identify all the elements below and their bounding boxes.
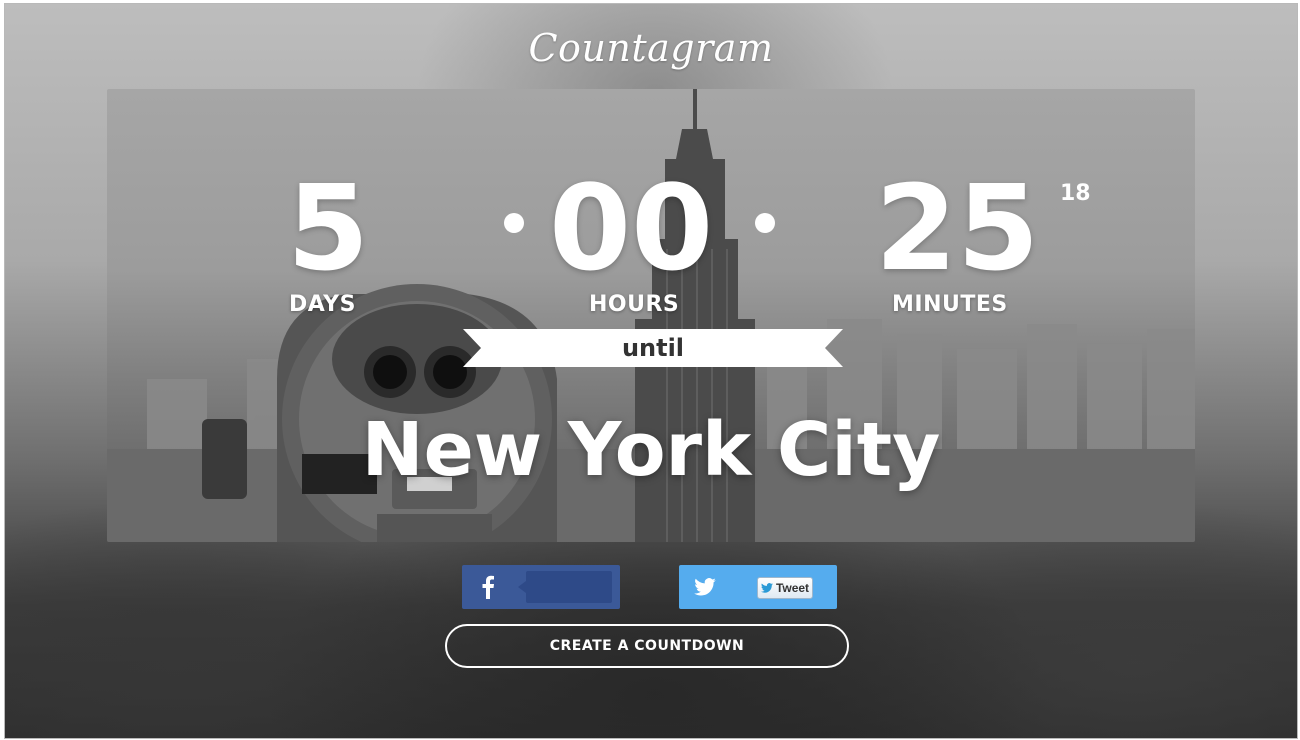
seconds-value: 18 <box>1060 181 1091 206</box>
separator-dot <box>504 213 524 233</box>
facebook-like-count <box>518 571 612 603</box>
until-label: until <box>621 334 685 362</box>
page-frame: Countagram 5 DAYS 00 HOURS 25 MINUTES 18… <box>4 3 1298 739</box>
create-countdown-button[interactable]: CREATE A COUNTDOWN <box>445 624 849 668</box>
event-name: New York City <box>361 407 941 493</box>
hours-label: HOURS <box>589 292 680 317</box>
twitter-share-button[interactable]: Tweet <box>679 565 837 609</box>
hours-value: 00 <box>549 159 714 297</box>
facebook-icon <box>462 565 514 609</box>
tweet-button[interactable]: Tweet <box>757 577 813 599</box>
minutes-label: MINUTES <box>892 292 1008 317</box>
minutes-value: 25 <box>875 159 1040 297</box>
countdown-hero: 5 DAYS 00 HOURS 25 MINUTES 18 until New … <box>107 89 1195 542</box>
brand-logo[interactable]: Countagram <box>5 26 1297 70</box>
tweet-label: Tweet <box>775 581 810 595</box>
days-label: DAYS <box>289 292 356 317</box>
until-ribbon: until <box>463 329 843 367</box>
days-value: 5 <box>287 159 370 297</box>
facebook-share-button[interactable] <box>462 565 620 609</box>
twitter-icon <box>679 565 731 609</box>
twitter-bird-icon <box>760 583 773 593</box>
separator-dot <box>755 213 775 233</box>
